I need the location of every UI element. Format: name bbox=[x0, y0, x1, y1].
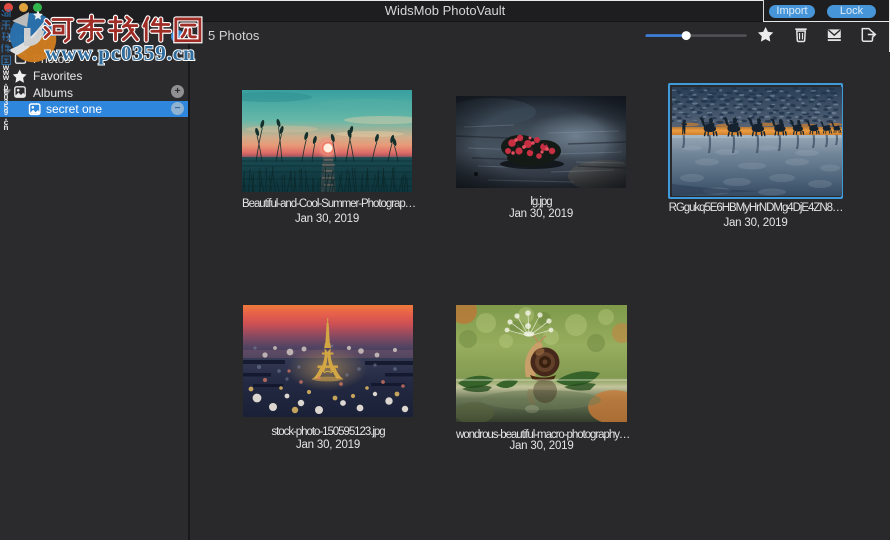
svg-text:n: n bbox=[4, 123, 9, 132]
svg-text:www.pc0359.cn: www.pc0359.cn bbox=[45, 41, 196, 65]
